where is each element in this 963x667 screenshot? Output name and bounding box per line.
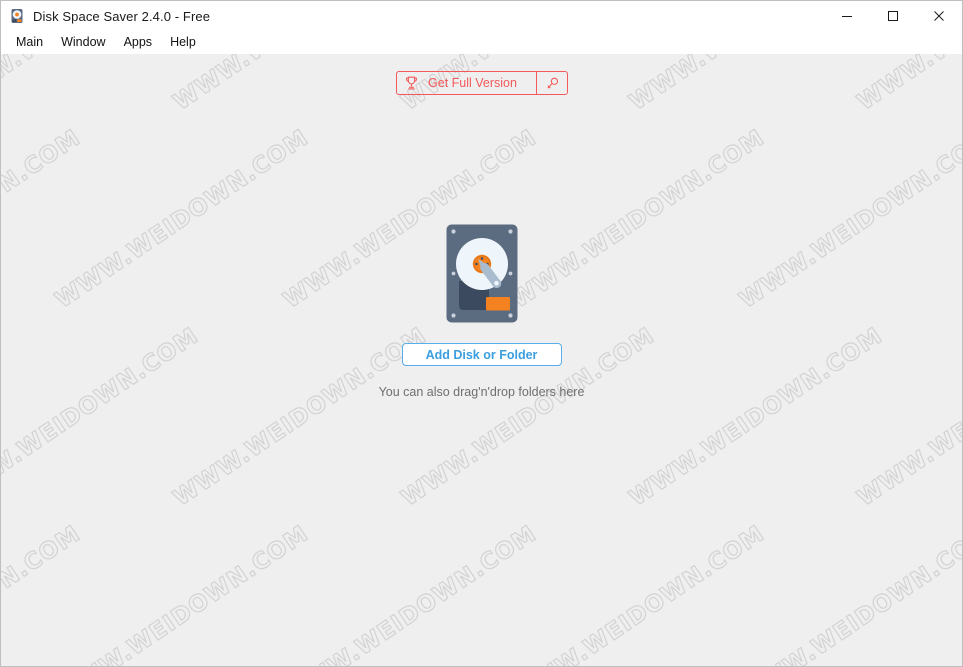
app-icon — [9, 8, 25, 24]
title-bar: Disk Space Saver 2.4.0 - Free — [1, 1, 962, 31]
menu-item-help[interactable]: Help — [161, 32, 205, 53]
watermark-text: WWW.WEIDOWN.COM — [278, 520, 542, 666]
get-full-version-button[interactable]: Get Full Version — [396, 71, 568, 95]
minimize-icon — [842, 16, 852, 17]
enter-key-button[interactable] — [536, 72, 567, 94]
application-window: Disk Space Saver 2.4.0 - Free Main Windo… — [0, 0, 963, 667]
watermark-text: WWW.WEIDOWN.COM — [852, 54, 962, 116]
trophy-icon — [397, 76, 425, 90]
watermark-text: WWW.WEIDOWN.COM — [168, 54, 432, 116]
empty-state: Add Disk or Folder You can also drag'n'd… — [1, 224, 962, 399]
close-button[interactable] — [916, 1, 962, 31]
watermark-text: WWW.WEIDOWN.COM — [1, 54, 204, 116]
maximize-icon — [888, 11, 898, 21]
get-full-version-label: Get Full Version — [428, 76, 517, 90]
hard-drive-illustration — [446, 224, 518, 323]
menu-item-window[interactable]: Window — [52, 32, 114, 53]
watermark-text: WWW.WEIDOWN.COM — [506, 520, 770, 666]
menu-bar: Main Window Apps Help — [1, 31, 962, 54]
close-icon — [934, 11, 944, 21]
content-area: WWW.WEIDOWN.COM WWW.WEIDOWN.COM WWW.WEIDOW… — [1, 54, 962, 666]
key-icon — [546, 77, 558, 88]
window-controls — [824, 1, 962, 31]
maximize-button[interactable] — [870, 1, 916, 31]
minimize-button[interactable] — [824, 1, 870, 31]
dragdrop-hint: You can also drag'n'drop folders here — [378, 385, 585, 399]
add-disk-or-folder-button[interactable]: Add Disk or Folder — [401, 343, 562, 366]
watermark-text: WWW.WEIDOWN.COM — [1, 520, 86, 666]
menu-item-main[interactable]: Main — [7, 32, 52, 53]
window-title: Disk Space Saver 2.4.0 - Free — [33, 8, 211, 24]
watermark-text: WWW.WEIDOWN.COM — [624, 54, 888, 116]
watermark-text: WWW.WEIDOWN.COM — [50, 520, 314, 666]
watermark-text: WWW.WEIDOWN.COM — [734, 520, 962, 666]
menu-item-apps[interactable]: Apps — [115, 32, 162, 53]
